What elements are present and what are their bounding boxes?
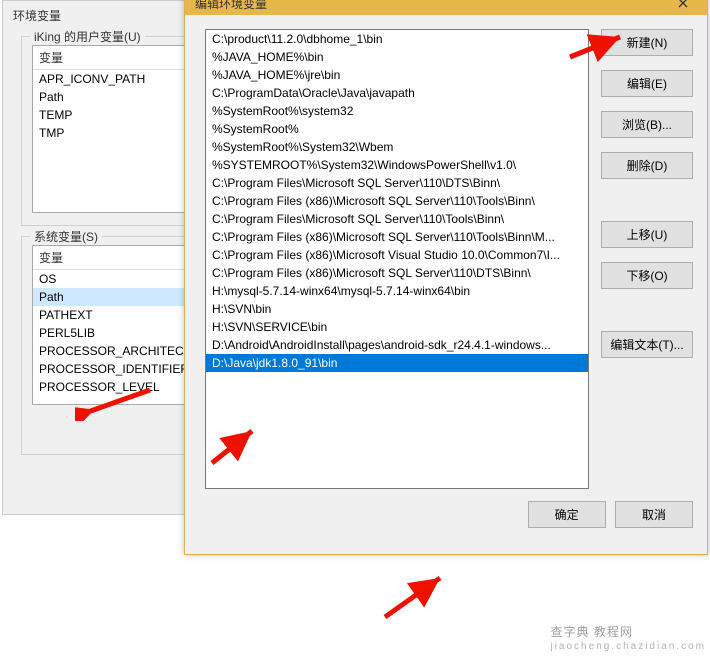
new-entry-button[interactable]: 新建(N) <box>601 29 693 56</box>
editwin-side-buttons: 新建(N) 编辑(E) 浏览(B)... 删除(D) 上移(U) 下移(O) 编… <box>601 29 693 489</box>
list-item[interactable]: H:\SVN\SERVICE\bin <box>206 318 588 336</box>
move-down-button[interactable]: 下移(O) <box>601 262 693 289</box>
editwin-title: 编辑环境变量 <box>195 0 267 12</box>
list-item[interactable]: H:\mysql-5.7.14-winx64\mysql-5.7.14-winx… <box>206 282 588 300</box>
user-vars-label: iKing 的用户变量(U) <box>30 28 145 45</box>
list-item[interactable]: C:\Program Files (x86)\Microsoft Visual … <box>206 246 588 264</box>
list-item[interactable]: %SystemRoot%\System32\Wbem <box>206 138 588 156</box>
close-button[interactable] <box>663 0 703 13</box>
move-up-button[interactable]: 上移(U) <box>601 221 693 248</box>
edit-entry-button[interactable]: 编辑(E) <box>601 70 693 97</box>
list-item[interactable]: C:\Program Files\Microsoft SQL Server\11… <box>206 210 588 228</box>
list-item[interactable]: %JAVA_HOME%\jre\bin <box>206 66 588 84</box>
editwin-ok-button[interactable]: 确定 <box>528 501 606 528</box>
list-item[interactable]: D:\Android\AndroidInstall\pages\android-… <box>206 336 588 354</box>
editwin-cancel-button[interactable]: 取消 <box>615 501 693 528</box>
list-item[interactable]: D:\Java\jdk1.8.0_91\bin <box>206 354 588 372</box>
list-item[interactable]: C:\Program Files (x86)\Microsoft SQL Ser… <box>206 264 588 282</box>
list-item[interactable]: C:\ProgramData\Oracle\Java\javapath <box>206 84 588 102</box>
watermark-sub: jiaocheng.chazidian.com <box>550 641 706 652</box>
list-item[interactable]: C:\product\11.2.0\dbhome_1\bin <box>206 30 588 48</box>
path-entries-list[interactable]: C:\product\11.2.0\dbhome_1\bin%JAVA_HOME… <box>205 29 589 489</box>
list-item[interactable]: C:\Program Files (x86)\Microsoft SQL Ser… <box>206 228 588 246</box>
system-vars-label: 系统变量(S) <box>30 228 102 245</box>
list-item[interactable]: C:\Program Files\Microsoft SQL Server\11… <box>206 174 588 192</box>
edit-text-button[interactable]: 编辑文本(T)... <box>601 331 693 358</box>
list-item[interactable]: %SYSTEMROOT%\System32\WindowsPowerShell\… <box>206 156 588 174</box>
annotation-arrow <box>380 572 460 622</box>
list-item[interactable]: %SystemRoot%\system32 <box>206 102 588 120</box>
browse-button[interactable]: 浏览(B)... <box>601 111 693 138</box>
close-icon <box>678 0 688 8</box>
edit-env-var-dialog: 编辑环境变量 C:\product\11.2.0\dbhome_1\bin%JA… <box>184 0 708 555</box>
list-item[interactable]: %SystemRoot% <box>206 120 588 138</box>
watermark-text: 查字典 教程网 <box>550 625 632 639</box>
editwin-bottom-buttons: 确定 取消 <box>185 495 707 540</box>
editwin-titlebar: 编辑环境变量 <box>185 0 707 15</box>
list-item[interactable]: %JAVA_HOME%\bin <box>206 48 588 66</box>
list-item[interactable]: C:\Program Files (x86)\Microsoft SQL Ser… <box>206 192 588 210</box>
watermark: 查字典 教程网 jiaocheng.chazidian.com <box>550 623 706 652</box>
delete-entry-button[interactable]: 删除(D) <box>601 152 693 179</box>
list-item[interactable]: H:\SVN\bin <box>206 300 588 318</box>
